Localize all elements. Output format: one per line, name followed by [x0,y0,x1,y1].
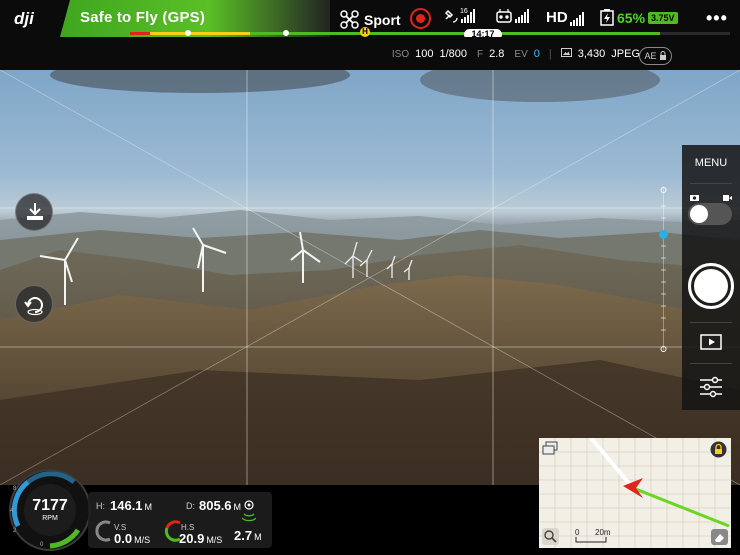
vps-height-value: 2.7 [234,528,253,543]
satellite-count: 16 [460,8,468,15]
vision-positioning-icon [242,500,256,522]
distance-unit: M [233,502,242,512]
battery-icon [600,9,614,26]
ev-label: EV [514,49,528,60]
more-options-button[interactable]: ••• [706,8,728,29]
aircraft-battery[interactable]: 65% 3.75V [600,9,678,26]
camera-menu-button[interactable]: MENU [682,145,740,181]
photo-video-toggle[interactable] [688,203,732,225]
battery-percent: 65% [617,9,646,26]
divider [690,363,732,364]
takeoff-land-button[interactable] [15,193,53,231]
heading-line [589,438,635,490]
rpm-label: RPM [42,515,58,522]
map-lock-icon[interactable] [710,441,727,458]
battery-marker [283,30,289,36]
battery-level-bar: H [130,27,730,37]
lock-icon [659,51,666,60]
map-scale-end: 20m [595,528,611,537]
top-status-bar: dji Safe to Fly (GPS) H 14:17 Sport 16 H… [0,0,740,40]
photo-format: JPEG [611,48,640,60]
horizontal-speed-readout: 20.9 M/S [179,531,222,546]
attitude-gauge[interactable]: 8 4 2 0 7177 RPM [8,468,92,552]
map-expand-icon[interactable] [542,441,558,455]
obstacle-avoidance-off-icon[interactable] [410,8,431,29]
aperture-value: 2.8 [489,48,505,60]
flight-status-text: Safe to Fly (GPS) [80,9,206,26]
height-unit: M [144,502,153,512]
video-link-signal[interactable]: HD [546,9,584,26]
distance-value: 805.6 [199,498,232,513]
divider [690,183,732,184]
rpm-value: 7177 [32,497,68,514]
remote-controller-icon [496,9,512,23]
shutter-button[interactable] [688,263,734,309]
height-readout: 146.1 M [110,498,152,513]
video-bars-icon [569,12,584,26]
battery-remaining-segment [250,32,660,35]
landing-icon [27,203,43,220]
height-value: 146.1 [110,498,143,513]
iso-value: 100 [415,48,434,60]
flight-mode-label: Sport [364,11,401,28]
gimbal-ticks [660,187,667,352]
ev-value: 0 [533,48,540,60]
vps-readout: 2.7 M [234,528,262,543]
vertical-speed-unit: M/S [134,535,151,545]
ae-lock-button[interactable]: AE [639,47,672,65]
remote-controller-signal[interactable] [496,9,529,23]
flight-telemetry-panel: H: 146.1 M D: 805.6 M V.S 0.0 M/S H.S 20.9 M… [88,492,272,548]
divider [690,322,732,323]
vertical-speed-readout: 0.0 M/S [114,531,150,546]
ae-label: AE [644,51,657,61]
return-home-icon [24,297,43,316]
video-mode-icon [723,195,732,201]
distance-readout: 805.6 M [199,498,241,513]
eraser-icon[interactable] [711,529,728,545]
battery-marker [185,30,191,36]
vertical-speed-value: 0.0 [114,531,133,546]
photo-mode-icon [690,195,699,201]
battery-low-segment [150,32,250,35]
shutter-value: 1/800 [439,48,467,60]
return-to-home-button[interactable] [15,285,53,323]
aperture-label: F [477,49,484,60]
height-label: H: [96,501,105,511]
vps-height-unit: M [254,532,262,542]
minimap[interactable]: 0 20m [539,438,731,548]
zoom-map-icon[interactable] [542,528,559,545]
photo-storage-icon [560,48,572,57]
camera-control-panel: MENU [682,145,740,410]
aerial-landscape-image [0,70,740,485]
flight-mode[interactable]: Sport [340,10,401,29]
satellite-icon [444,9,458,23]
vertical-speed-icon [95,520,111,542]
distance-label: D: [186,501,195,511]
battery-voltage: 3.75V [648,11,678,24]
dji-logo[interactable]: dji [14,8,48,28]
horizontal-speed-value: 20.9 [179,531,205,546]
rc-bars-icon [515,9,529,23]
camera-parameters[interactable]: ISO 100 1/800 F 2.8 EV 0 | 3,430 JPEG [392,48,640,60]
photos-remaining: 3,430 [577,48,606,60]
video-link-label: HD [546,9,568,26]
battery-critical-segment [130,32,150,35]
playback-button[interactable] [700,334,722,350]
camera-settings-button[interactable] [699,376,723,398]
camera-settings-bar: ISO 100 1/800 F 2.8 EV 0 | 3,430 JPEG [0,37,740,70]
svg-text:dji: dji [14,9,35,28]
gimbal-pitch-indicator[interactable] [659,230,668,239]
iso-label: ISO [391,49,410,60]
map-canvas [539,438,731,548]
drone-icon [340,10,359,29]
map-scale-start: 0 [575,528,580,537]
camera-live-view[interactable] [0,70,740,485]
horizontal-speed-unit: M/S [206,535,223,545]
map-scale-bar [575,537,607,543]
